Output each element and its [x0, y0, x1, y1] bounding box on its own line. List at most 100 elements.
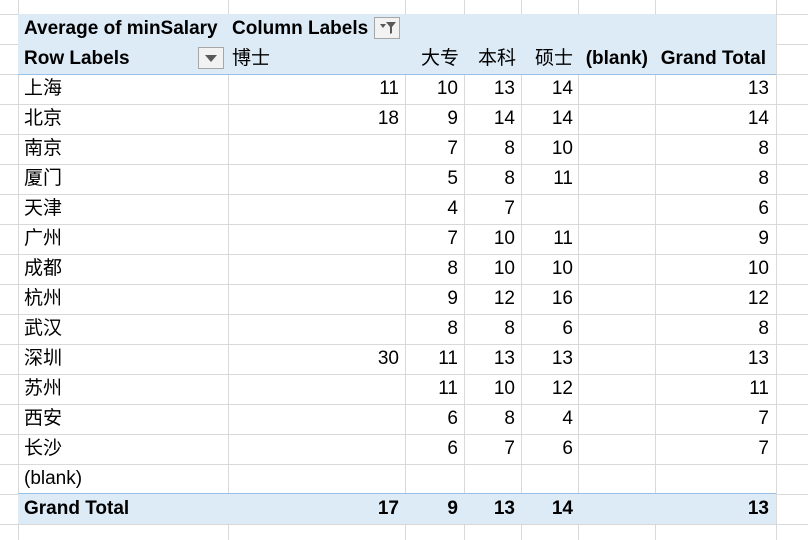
- value-cell-blank[interactable]: [578, 404, 648, 434]
- value-cell-grand-total[interactable]: 7: [655, 434, 769, 464]
- value-cell-boshi[interactable]: [228, 374, 399, 404]
- value-cell-dazhuan[interactable]: 7: [405, 224, 458, 254]
- value-cell-blank[interactable]: [578, 344, 648, 374]
- value-cell-benke[interactable]: 8: [464, 404, 515, 434]
- value-cell-dazhuan[interactable]: 6: [405, 434, 458, 464]
- value-cell-benke[interactable]: 10: [464, 224, 515, 254]
- row-label[interactable]: 广州: [24, 224, 62, 254]
- value-cell-blank[interactable]: [578, 164, 648, 194]
- value-cell-dazhuan[interactable]: 10: [405, 74, 458, 104]
- value-cell-grand-total[interactable]: 6: [655, 194, 769, 224]
- row-label[interactable]: 北京: [24, 104, 62, 134]
- value-cell-grand-total[interactable]: 8: [655, 134, 769, 164]
- value-cell-dazhuan[interactable]: 9: [405, 284, 458, 314]
- value-cell-blank[interactable]: [578, 284, 648, 314]
- value-cell-shuoshi[interactable]: 6: [521, 314, 573, 344]
- value-cell-shuoshi[interactable]: 12: [521, 374, 573, 404]
- value-cell-boshi[interactable]: [228, 134, 399, 164]
- value-cell-benke[interactable]: [464, 464, 515, 494]
- row-label[interactable]: 西安: [24, 404, 62, 434]
- row-labels-header[interactable]: Row Labels: [24, 44, 130, 74]
- value-cell-grand-total[interactable]: 12: [655, 284, 769, 314]
- value-cell-grand-total[interactable]: 11: [655, 374, 769, 404]
- value-cell-benke[interactable]: 8: [464, 134, 515, 164]
- value-cell-grand-total[interactable]: 13: [655, 74, 769, 104]
- value-cell-boshi[interactable]: [228, 314, 399, 344]
- value-cell-benke[interactable]: 12: [464, 284, 515, 314]
- value-cell-benke[interactable]: 8: [464, 164, 515, 194]
- value-cell-shuoshi[interactable]: 10: [521, 254, 573, 284]
- row-label[interactable]: (blank): [24, 464, 82, 494]
- value-field-label[interactable]: Average of minSalary: [24, 14, 218, 44]
- value-cell-blank[interactable]: [578, 314, 648, 344]
- value-cell-shuoshi[interactable]: 14: [521, 104, 573, 134]
- value-cell-shuoshi[interactable]: 14: [521, 74, 573, 104]
- row-label[interactable]: 苏州: [24, 374, 62, 404]
- value-cell-dazhuan[interactable]: 6: [405, 404, 458, 434]
- value-cell-benke[interactable]: 10: [464, 254, 515, 284]
- value-cell-boshi[interactable]: [228, 194, 399, 224]
- value-cell-blank[interactable]: [578, 104, 648, 134]
- value-cell-shuoshi[interactable]: 13: [521, 344, 573, 374]
- value-cell-grand-total[interactable]: 10: [655, 254, 769, 284]
- value-cell-benke[interactable]: 7: [464, 194, 515, 224]
- value-cell-shuoshi[interactable]: 10: [521, 134, 573, 164]
- value-cell-blank[interactable]: [578, 374, 648, 404]
- row-label[interactable]: 成都: [24, 254, 62, 284]
- value-cell-benke[interactable]: 8: [464, 314, 515, 344]
- value-cell-dazhuan[interactable]: 9: [405, 104, 458, 134]
- value-cell-boshi[interactable]: [228, 254, 399, 284]
- value-cell-boshi[interactable]: [228, 404, 399, 434]
- value-cell-blank[interactable]: [578, 194, 648, 224]
- column-filter-button[interactable]: [374, 17, 400, 39]
- value-cell-dazhuan[interactable]: [405, 464, 458, 494]
- value-cell-boshi[interactable]: 30: [228, 344, 399, 374]
- row-label[interactable]: 深圳: [24, 344, 62, 374]
- value-cell-dazhuan[interactable]: 4: [405, 194, 458, 224]
- value-cell-blank[interactable]: [578, 74, 648, 104]
- value-cell-grand-total[interactable]: 14: [655, 104, 769, 134]
- value-cell-benke[interactable]: 13: [464, 74, 515, 104]
- value-cell-dazhuan[interactable]: 7: [405, 134, 458, 164]
- value-cell-boshi[interactable]: 11: [228, 74, 399, 104]
- value-cell-benke[interactable]: 14: [464, 104, 515, 134]
- value-cell-blank[interactable]: [578, 224, 648, 254]
- value-cell-benke[interactable]: 10: [464, 374, 515, 404]
- column-labels-header[interactable]: Column Labels: [232, 14, 368, 44]
- value-cell-boshi[interactable]: [228, 284, 399, 314]
- value-cell-grand-total[interactable]: 8: [655, 314, 769, 344]
- value-cell-boshi[interactable]: [228, 224, 399, 254]
- value-cell-shuoshi[interactable]: 4: [521, 404, 573, 434]
- row-label[interactable]: 武汉: [24, 314, 62, 344]
- value-cell-shuoshi[interactable]: 11: [521, 224, 573, 254]
- row-label[interactable]: 南京: [24, 134, 62, 164]
- value-cell-shuoshi[interactable]: [521, 464, 573, 494]
- value-cell-shuoshi[interactable]: 11: [521, 164, 573, 194]
- value-cell-boshi[interactable]: [228, 164, 399, 194]
- value-cell-boshi[interactable]: [228, 464, 399, 494]
- value-cell-boshi[interactable]: [228, 434, 399, 464]
- row-label[interactable]: 长沙: [24, 434, 62, 464]
- value-cell-benke[interactable]: 7: [464, 434, 515, 464]
- value-cell-shuoshi[interactable]: 6: [521, 434, 573, 464]
- value-cell-grand-total[interactable]: 8: [655, 164, 769, 194]
- row-label[interactable]: 上海: [24, 74, 62, 104]
- value-cell-grand-total[interactable]: 9: [655, 224, 769, 254]
- value-cell-dazhuan[interactable]: 11: [405, 344, 458, 374]
- value-cell-dazhuan[interactable]: 8: [405, 314, 458, 344]
- value-cell-blank[interactable]: [578, 254, 648, 284]
- value-cell-grand-total[interactable]: [655, 464, 769, 494]
- value-cell-blank[interactable]: [578, 464, 648, 494]
- value-cell-shuoshi[interactable]: 16: [521, 284, 573, 314]
- row-label[interactable]: 杭州: [24, 284, 62, 314]
- value-cell-shuoshi[interactable]: [521, 194, 573, 224]
- value-cell-grand-total[interactable]: 7: [655, 404, 769, 434]
- value-cell-blank[interactable]: [578, 434, 648, 464]
- value-cell-blank[interactable]: [578, 134, 648, 164]
- row-label[interactable]: 天津: [24, 194, 62, 224]
- value-cell-dazhuan[interactable]: 11: [405, 374, 458, 404]
- value-cell-dazhuan[interactable]: 5: [405, 164, 458, 194]
- row-filter-button[interactable]: [198, 47, 224, 69]
- value-cell-grand-total[interactable]: 13: [655, 344, 769, 374]
- value-cell-benke[interactable]: 13: [464, 344, 515, 374]
